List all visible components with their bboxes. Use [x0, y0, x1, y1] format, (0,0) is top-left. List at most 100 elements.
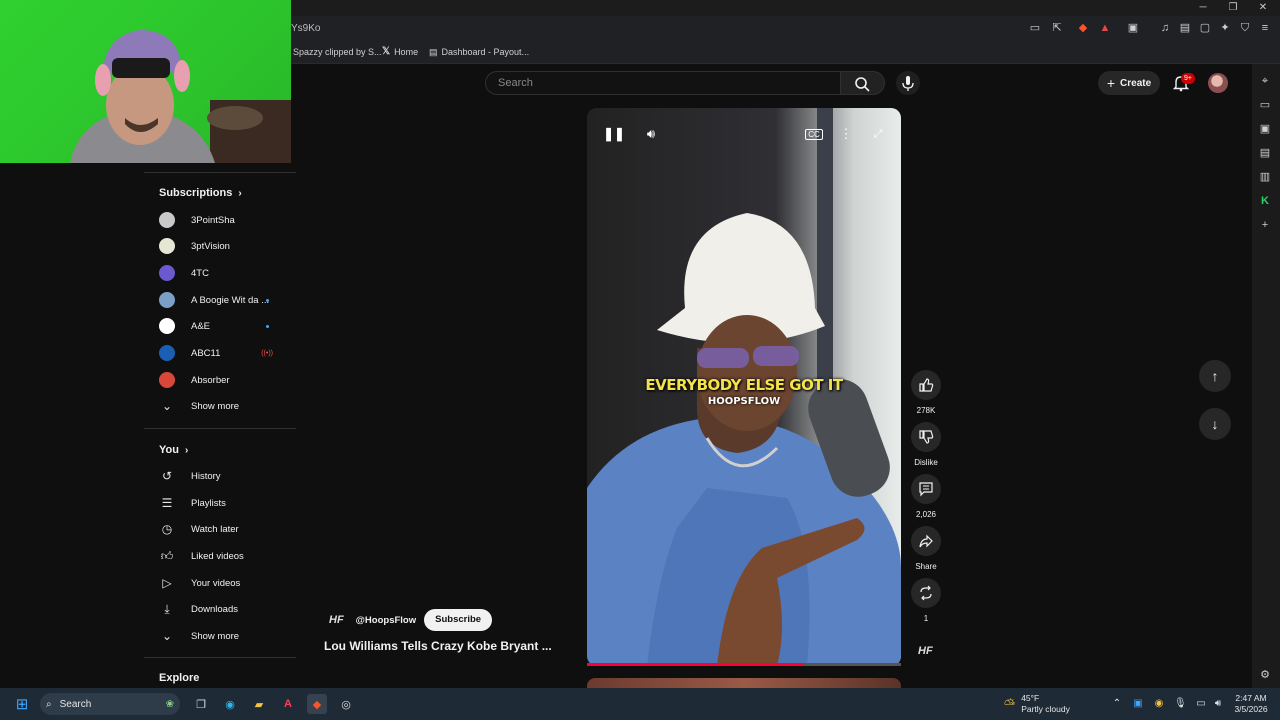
channel-logo-icon[interactable]: HF [329, 614, 344, 626]
search-highlight-icon: ❀ [165, 698, 174, 710]
video-title[interactable]: Lou Williams Tells Crazy Kobe Bryant ... [324, 639, 574, 653]
reading-list-icon[interactable]: ▥ [1258, 170, 1272, 184]
bookmark-dashboard[interactable]: ▤ Dashboard - Payout... [429, 44, 529, 60]
channel-logo-small-icon[interactable]: HF [918, 645, 933, 657]
search-input[interactable]: Search [485, 71, 841, 95]
brave-icon[interactable]: ◆ [307, 694, 327, 714]
weather-widget[interactable]: ⛅︎ 45°F Partly cloudy [1004, 692, 1070, 716]
taskbar-search[interactable]: ⌕ Search ❀ [40, 693, 180, 715]
channel-handle[interactable]: @HoopsFlow [356, 615, 416, 626]
channel-avatar [159, 318, 175, 334]
progress-fill [587, 663, 804, 666]
sidebar-item-abc11[interactable]: ABC11 ((•)) [159, 340, 289, 366]
like-button[interactable]: 278K [911, 370, 941, 415]
menu-icon[interactable]: ≡ [1258, 21, 1272, 35]
your-videos-icon: ▷ [162, 576, 172, 590]
sidebar-item-history[interactable]: ↺ History [159, 463, 289, 489]
show-more-you[interactable]: ⌄ Show more [159, 623, 289, 649]
sidebar-item-liked-videos[interactable]: 👍︎ Liked videos [159, 543, 289, 569]
minimize-button[interactable]: ─ [1188, 0, 1218, 16]
dislike-button[interactable]: Dislike [911, 422, 941, 467]
pause-icon: ❚❚ [603, 126, 625, 141]
explore-heading: Explore [159, 672, 200, 684]
video-caption: EVERYBODY ELSE GOT IT [645, 376, 843, 394]
tray-app2-icon[interactable]: ◉ [1153, 698, 1165, 710]
create-button[interactable]: + Create [1098, 71, 1160, 95]
tv-icon[interactable]: ▭ [1258, 98, 1272, 112]
wallet-icon[interactable]: ▢ [1198, 21, 1212, 35]
account-avatar[interactable] [1208, 73, 1228, 93]
arrow-down-icon: ↓ [1211, 416, 1219, 432]
volume-button[interactable]: 🔊︎ [640, 123, 662, 145]
wallet-panel-icon[interactable]: ▣ [1258, 122, 1272, 136]
extension-icon[interactable]: ▣ [1126, 21, 1140, 35]
share-circle [911, 526, 941, 556]
voice-search-button[interactable] [896, 71, 920, 95]
sidebar-item-3ptvision[interactable]: 3ptVision [159, 233, 289, 259]
sidebar-toggle-icon[interactable]: ▤ [1178, 21, 1192, 35]
task-view-icon[interactable]: ❐ [191, 694, 211, 714]
more-options-button[interactable]: ⋮ [835, 123, 857, 145]
file-explorer-icon[interactable]: ▰ [249, 694, 269, 714]
cast-icon[interactable]: ▭ [1028, 21, 1042, 35]
pause-button[interactable]: ❚❚ [603, 123, 625, 145]
show-more-subscriptions[interactable]: ⌄ Show more [159, 393, 289, 419]
next-short-button[interactable]: ↓ [1199, 408, 1231, 440]
you-heading[interactable]: You › [159, 444, 188, 456]
music-icon[interactable]: ♫ [1158, 21, 1172, 35]
subscribe-button[interactable]: Subscribe [424, 609, 493, 631]
notification-count-badge: 9+ [1181, 73, 1195, 84]
kick-icon[interactable]: K [1258, 194, 1272, 208]
restore-button[interactable]: ❐ [1218, 0, 1248, 16]
system-clock[interactable]: 2:47 AM 3/5/2026 [1226, 693, 1276, 715]
close-button[interactable]: ✕ [1248, 0, 1278, 16]
divider [144, 428, 296, 429]
remix-button[interactable]: 1 [911, 578, 941, 623]
chevron-down-icon: ⌄ [161, 629, 173, 643]
sidebar-item-4tc[interactable]: 4TC [159, 260, 289, 286]
pin-icon[interactable]: ⌖ [1258, 74, 1272, 88]
bookmark-spazzy[interactable]: Spazzy clipped by S... [293, 44, 382, 60]
sidebar-item-a-and-e[interactable]: A&E [159, 313, 289, 339]
tray-overflow-icon[interactable]: ⌃ [1111, 698, 1123, 710]
sidebar-item-3pointsha[interactable]: 3PointSha [159, 207, 289, 233]
previous-short-button[interactable]: ↑ [1199, 360, 1231, 392]
vpn-icon[interactable]: ⛉ [1238, 21, 1252, 35]
sidebar-item-watch-later[interactable]: ◷ Watch later [159, 516, 289, 542]
sidebar-item-your-videos[interactable]: ▷ Your videos [159, 570, 289, 596]
share-button[interactable]: Share [911, 526, 941, 571]
subscriptions-heading[interactable]: Subscriptions › [159, 187, 242, 199]
next-short-preview[interactable] [587, 678, 901, 688]
sidebar-item-a-boogie[interactable]: A Boogie Wit da ... [159, 287, 289, 313]
share-icon[interactable]: ⇱ [1050, 21, 1064, 35]
channel-avatar [159, 292, 175, 308]
fullscreen-button[interactable]: ⤢ [867, 123, 889, 145]
rewards-icon[interactable]: ▲ [1098, 21, 1112, 35]
remix-circle [911, 578, 941, 608]
tray-mic-icon[interactable]: 🎙︎ [1174, 698, 1187, 710]
add-panel-icon[interactable]: + [1258, 218, 1272, 232]
captions-button[interactable]: CC [803, 123, 825, 145]
chevron-right-icon: › [238, 187, 242, 199]
search-button[interactable] [841, 71, 885, 95]
obs-icon[interactable]: ◎ [336, 694, 356, 714]
windows-start-icon[interactable]: ⊞ [12, 694, 32, 714]
sidebar-item-playlists[interactable]: ☰ Playlists [159, 490, 289, 516]
tray-app-icon[interactable]: ▣ [1132, 698, 1144, 710]
comments-button[interactable]: 2,026 [911, 474, 941, 519]
channel-avatar [159, 238, 175, 254]
sidebar-item-absorber[interactable]: Absorber [159, 367, 289, 393]
edge-icon[interactable]: ◉ [220, 694, 240, 714]
network-icon[interactable]: ▭ [1195, 698, 1207, 710]
sidebar-item-downloads[interactable]: ⤓ Downloads [159, 596, 289, 622]
new-content-dot [266, 324, 269, 328]
bookmark-x-home[interactable]: 𝕏 Home [382, 44, 418, 60]
bookmarks-panel-icon[interactable]: ▤ [1258, 146, 1272, 160]
brave-shield-icon[interactable]: ◆ [1076, 21, 1090, 35]
dislike-circle [911, 422, 941, 452]
ai-icon[interactable]: ✦ [1218, 21, 1232, 35]
webcam-overlay [0, 0, 291, 163]
settings-icon[interactable]: ⚙ [1258, 668, 1272, 682]
adobe-icon[interactable]: A [278, 694, 298, 714]
volume-tray-icon[interactable]: 🔊︎ [1212, 698, 1224, 710]
